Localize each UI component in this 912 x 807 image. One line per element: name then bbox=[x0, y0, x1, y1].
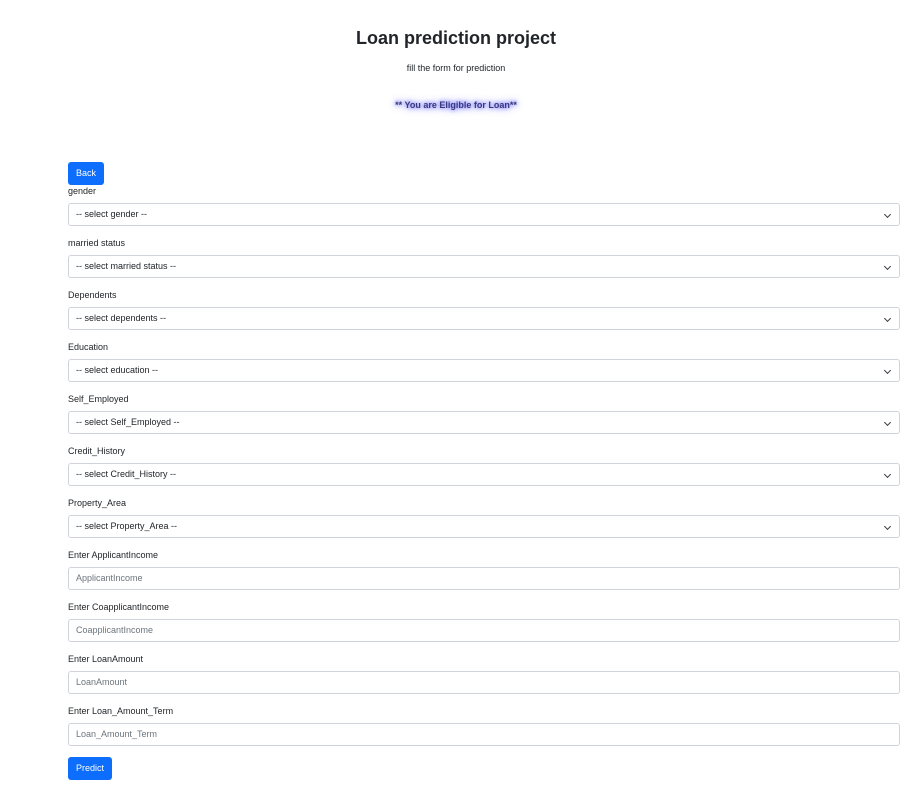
education-select[interactable]: -- select education -- bbox=[68, 359, 900, 382]
prediction-result: ** You are Eligible for Loan** bbox=[395, 100, 517, 110]
self-employed-label: Self_Employed bbox=[68, 394, 129, 404]
predict-wrap: Predict bbox=[68, 757, 900, 780]
self-employed-group: Self_Employed -- select Self_Employed -- bbox=[68, 393, 900, 434]
credit-history-select[interactable]: -- select Credit_History -- bbox=[68, 463, 900, 486]
loan-amount-placeholder: LoanAmount bbox=[76, 677, 128, 687]
property-area-select[interactable]: -- select Property_Area -- bbox=[68, 515, 900, 538]
self-employed-select[interactable]: -- select Self_Employed -- bbox=[68, 411, 900, 434]
chevron-down-icon bbox=[883, 262, 892, 271]
coapplicant-income-placeholder: CoapplicantIncome bbox=[76, 625, 154, 635]
dependents-label: Dependents bbox=[68, 290, 117, 300]
married-select[interactable]: -- select married status -- bbox=[68, 255, 900, 278]
credit-history-group: Credit_History -- select Credit_History … bbox=[68, 445, 900, 486]
page-subtitle: fill the form for prediction bbox=[406, 63, 506, 73]
credit-history-label: Credit_History bbox=[68, 446, 126, 456]
loan-amount-term-label: Enter Loan_Amount_Term bbox=[68, 706, 174, 716]
applicant-income-placeholder: ApplicantIncome bbox=[76, 573, 143, 583]
property-area-group: Property_Area -- select Property_Area -- bbox=[68, 497, 900, 538]
self-employed-select-value: -- select Self_Employed -- bbox=[76, 417, 180, 427]
predict-button[interactable]: Predict bbox=[68, 757, 113, 780]
loan-amount-group: Enter LoanAmount LoanAmount bbox=[68, 653, 900, 694]
chevron-down-icon bbox=[883, 470, 892, 479]
loan-amount-input[interactable]: LoanAmount bbox=[68, 671, 900, 694]
page: Loan prediction project fill the form fo… bbox=[0, 0, 912, 807]
gender-select-value: -- select gender -- bbox=[76, 209, 148, 219]
married-label: married status bbox=[68, 238, 126, 248]
applicant-income-group: Enter ApplicantIncome ApplicantIncome bbox=[68, 549, 900, 590]
dependents-select-value: -- select dependents -- bbox=[76, 313, 167, 323]
dependents-select[interactable]: -- select dependents -- bbox=[68, 307, 900, 330]
coapplicant-income-label: Enter CoapplicantIncome bbox=[68, 602, 170, 612]
page-title: Loan prediction project bbox=[355, 28, 556, 48]
dependents-group: Dependents -- select dependents -- bbox=[68, 289, 900, 330]
education-label: Education bbox=[68, 342, 109, 352]
loan-amount-label: Enter LoanAmount bbox=[68, 654, 144, 664]
gender-group: gender -- select gender -- bbox=[68, 185, 900, 226]
gender-select[interactable]: -- select gender -- bbox=[68, 203, 900, 226]
property-area-select-value: -- select Property_Area -- bbox=[76, 521, 178, 531]
married-group: married status -- select married status … bbox=[68, 237, 900, 278]
chevron-down-icon bbox=[883, 366, 892, 375]
applicant-income-label: Enter ApplicantIncome bbox=[68, 550, 159, 560]
education-group: Education -- select education -- bbox=[68, 341, 900, 382]
back-button[interactable]: Back bbox=[68, 162, 105, 185]
loan-amount-term-input[interactable]: Loan_Amount_Term bbox=[68, 723, 900, 746]
loan-amount-term-group: Enter Loan_Amount_Term Loan_Amount_Term bbox=[68, 705, 900, 746]
loan-form: Back gender -- select gender -- married … bbox=[68, 162, 900, 780]
applicant-income-input[interactable]: ApplicantIncome bbox=[68, 567, 900, 590]
education-select-value: -- select education -- bbox=[76, 365, 159, 375]
coapplicant-income-group: Enter CoapplicantIncome CoapplicantIncom… bbox=[68, 601, 900, 642]
coapplicant-income-input[interactable]: CoapplicantIncome bbox=[68, 619, 900, 642]
header: Loan prediction project fill the form fo… bbox=[0, 0, 912, 111]
loan-amount-term-placeholder: Loan_Amount_Term bbox=[76, 729, 158, 739]
property-area-label: Property_Area bbox=[68, 498, 127, 508]
chevron-down-icon bbox=[883, 418, 892, 427]
chevron-down-icon bbox=[883, 314, 892, 323]
chevron-down-icon bbox=[883, 522, 892, 531]
gender-label: gender bbox=[68, 186, 97, 196]
married-select-value: -- select married status -- bbox=[76, 261, 177, 271]
chevron-down-icon bbox=[883, 210, 892, 219]
credit-history-select-value: -- select Credit_History -- bbox=[76, 469, 177, 479]
